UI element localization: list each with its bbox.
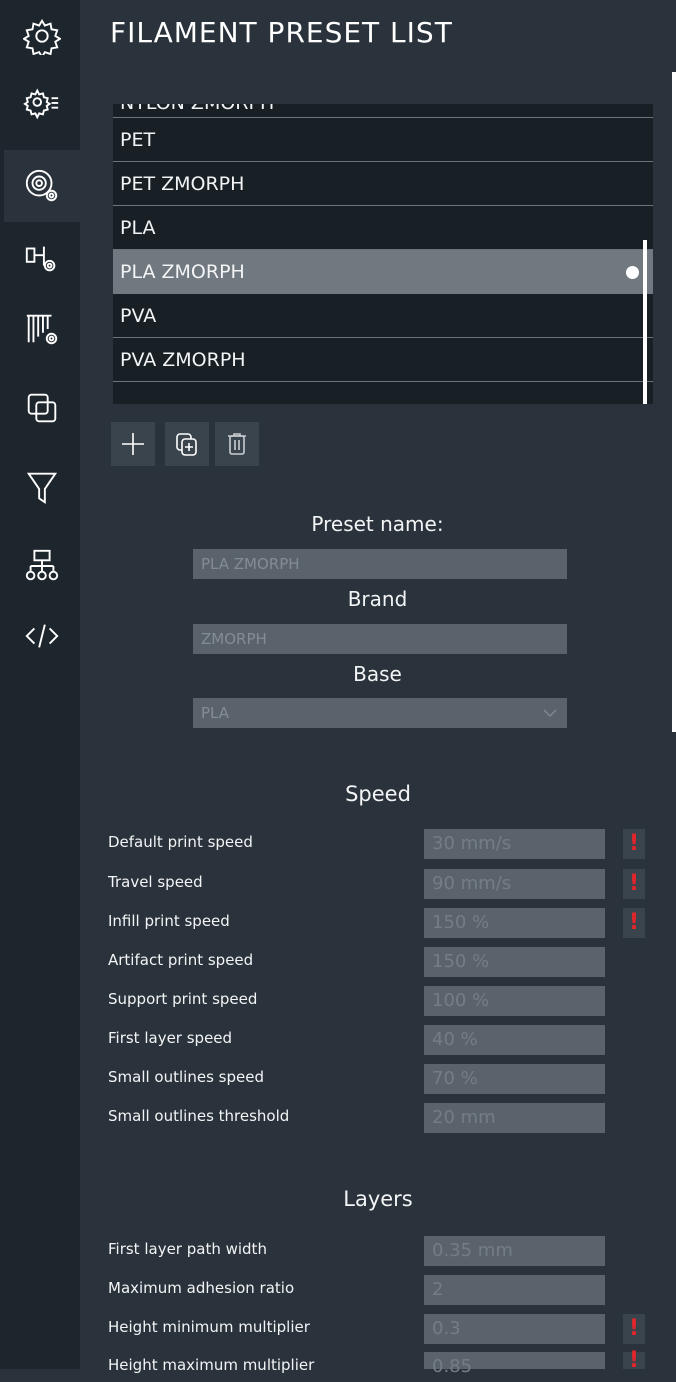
list-scrollbar[interactable] <box>643 240 647 404</box>
warning-icon[interactable]: ! <box>623 869 645 899</box>
page-title: FILAMENT PRESET LIST <box>110 16 453 49</box>
warning-icon[interactable]: ! <box>623 1350 645 1372</box>
setting-label: Maximum adhesion ratio <box>108 1279 295 1297</box>
preset-list-item-selected[interactable]: PLA ZMORPH <box>113 250 653 294</box>
sidebar-item-extruder[interactable] <box>4 222 80 294</box>
setting-input[interactable]: 40 % <box>424 1025 605 1055</box>
setting-input[interactable]: 0.85 <box>424 1352 605 1377</box>
support-settings-icon <box>26 314 58 345</box>
sidebar-item-gcode[interactable] <box>4 600 80 672</box>
base-label: Base <box>353 662 402 686</box>
layers-section-title: Layers <box>343 1187 413 1211</box>
preset-name-input[interactable]: PLA ZMORPH <box>193 549 567 579</box>
speed-section-title: Speed <box>345 782 411 806</box>
filter-icon <box>26 472 58 504</box>
sidebar-item-overlap[interactable] <box>4 372 80 444</box>
setting-input[interactable]: 90 mm/s <box>424 869 605 899</box>
duplicate-preset-button[interactable] <box>165 422 209 466</box>
setting-input[interactable]: 70 % <box>424 1064 605 1094</box>
preset-list-item[interactable]: PVA ZMORPH <box>113 338 653 382</box>
warning-icon[interactable]: ! <box>623 1314 645 1344</box>
setting-label: Travel speed <box>108 873 203 891</box>
sidebar-item-filter[interactable] <box>4 451 80 523</box>
filament-settings-icon <box>25 169 58 202</box>
preset-list-item[interactable]: PET <box>113 118 653 162</box>
setting-input[interactable]: 2 <box>424 1275 605 1305</box>
brand-label: Brand <box>347 587 408 611</box>
base-select[interactable]: PLA <box>193 698 567 728</box>
setting-label: Height minimum multiplier <box>108 1318 310 1336</box>
preset-list-item[interactable]: PLA <box>113 206 653 250</box>
setting-label: Artifact print speed <box>108 951 254 969</box>
trash-icon <box>228 433 246 455</box>
preset-list-item[interactable]: PET ZMORPH <box>113 162 653 206</box>
panel-scrollbar[interactable] <box>672 72 676 732</box>
duplicate-icon <box>176 433 197 456</box>
sidebar <box>0 0 80 1369</box>
warning-icon[interactable]: ! <box>623 908 645 938</box>
setting-label: Small outlines threshold <box>108 1107 290 1125</box>
setting-label: First layer speed <box>108 1029 233 1047</box>
preset-list-item[interactable]: PVA <box>113 294 653 338</box>
setting-input[interactable]: 150 % <box>424 908 605 938</box>
preset-list-item[interactable]: NYLON ZMORPH <box>113 104 653 118</box>
sidebar-item-support[interactable] <box>4 293 80 365</box>
setting-label: Height maximum multiplier <box>108 1356 315 1374</box>
sidebar-item-general[interactable] <box>4 0 80 72</box>
setting-input[interactable]: 30 mm/s <box>424 829 605 859</box>
hierarchy-icon <box>25 549 59 581</box>
setting-label: Support print speed <box>108 990 258 1008</box>
preset-name-label: Preset name: <box>311 512 444 536</box>
sidebar-item-preset-settings[interactable] <box>4 66 80 138</box>
base-select-value: PLA <box>201 704 230 722</box>
preset-list[interactable]: NYLON ZMORPH PET PET ZMORPH PLA PLA ZMOR… <box>113 104 653 404</box>
setting-label: Infill print speed <box>108 912 230 930</box>
preset-panel: FILAMENT PRESET LIST NYLON ZMORPH PET PE… <box>80 0 676 1377</box>
sidebar-item-hierarchy[interactable] <box>4 530 80 602</box>
brand-input[interactable]: ZMORPH <box>193 624 567 654</box>
setting-input[interactable]: 0.35 mm <box>424 1236 605 1266</box>
setting-input[interactable]: 0.3 <box>424 1314 605 1344</box>
warning-icon[interactable]: ! <box>623 829 645 859</box>
settings-gear-icon <box>23 18 61 55</box>
sidebar-item-filament[interactable] <box>4 150 80 222</box>
add-icon <box>122 433 144 455</box>
overlap-icon <box>27 393 57 423</box>
delete-preset-button[interactable] <box>215 422 259 466</box>
chevron-down-icon <box>543 709 557 718</box>
preset-list-item-label: PLA ZMORPH <box>120 261 245 283</box>
setting-input[interactable]: 20 mm <box>424 1103 605 1133</box>
setting-input[interactable]: 100 % <box>424 986 605 1016</box>
extruder-settings-icon <box>25 246 56 272</box>
setting-input[interactable]: 150 % <box>424 947 605 977</box>
code-icon <box>25 624 59 648</box>
setting-label: Small outlines speed <box>108 1068 264 1086</box>
selected-indicator-icon <box>626 266 639 279</box>
setting-label: Default print speed <box>108 833 253 851</box>
add-preset-button[interactable] <box>111 422 155 466</box>
settings-list-icon <box>23 88 59 120</box>
setting-label: First layer path width <box>108 1240 267 1258</box>
